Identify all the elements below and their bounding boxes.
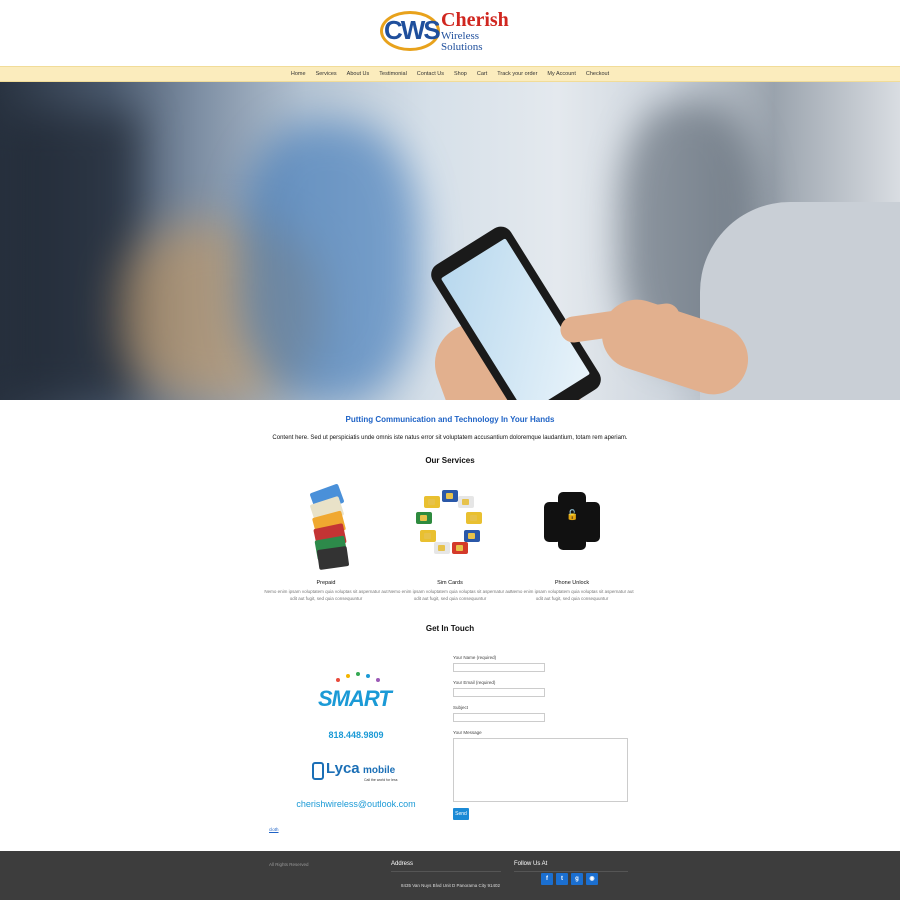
contact-heading: Get In Touch [425, 624, 475, 633]
small-link[interactable]: cloth [269, 827, 279, 832]
site-logo[interactable]: CWS Cherish Wireless Solutions [380, 9, 522, 53]
header: CWS Cherish Wireless Solutions [0, 0, 900, 66]
email-field[interactable] [453, 688, 545, 697]
service-description: Nemo enim ipsam voluptatem quia voluptas… [388, 589, 512, 601]
nav-about-us[interactable]: About Us [342, 71, 375, 77]
hero-image [0, 82, 900, 400]
subject-field[interactable] [453, 713, 545, 722]
email-label: Your Email (required) [453, 680, 496, 685]
facebook-icon[interactable]: f [541, 873, 553, 885]
twitter-icon[interactable]: t [556, 873, 568, 885]
footer: All Rights Reserved Address 8435 Van Nuy… [0, 851, 900, 900]
intro-text: Content here. Sed ut perspiciatis unde o… [272, 435, 628, 441]
nav-cart[interactable]: Cart [472, 71, 492, 77]
logo-name: Cherish [441, 8, 509, 31]
services-heading: Our Services [425, 456, 475, 465]
smart-logo: SMART [318, 672, 398, 716]
service-sim-cards[interactable]: Sim Cards Nemo enim ipsam voluptatem qui… [388, 484, 512, 603]
service-description: Nemo enim ipsam voluptatem quia voluptas… [510, 589, 634, 601]
tagline: Putting Communication and Technology In … [345, 415, 555, 424]
instagram-icon[interactable]: ◉ [586, 873, 598, 885]
logo-mark: CWS [380, 9, 441, 53]
service-description: Nemo enim ipsam voluptatem quia voluptas… [264, 589, 388, 601]
service-phone-unlock[interactable]: 🔓 Phone Unlock Nemo enim ipsam voluptate… [510, 484, 634, 603]
lycamobile-logo: Lyca mobile Call the world for less [312, 760, 404, 786]
lock-icon: 🔓 [566, 510, 579, 521]
name-field[interactable] [453, 663, 545, 672]
service-name: Sim Cards [437, 580, 463, 586]
follow-heading: Follow Us At [514, 861, 548, 867]
message-label: Your Message [453, 730, 482, 735]
phone-unlock-image: 🔓 [534, 484, 610, 568]
nav-contact-us[interactable]: Contact Us [412, 71, 449, 77]
logo-subtitle: Wireless Solutions [441, 29, 483, 53]
contact-form: Your Name (required) Your Email (require… [453, 655, 629, 802]
nav-my-account[interactable]: My Account [542, 71, 580, 77]
nav-track-order[interactable]: Track your order [492, 71, 542, 77]
service-name: Prepaid [316, 580, 336, 586]
email-link[interactable]: cherishwireless@outlook.com [296, 799, 416, 809]
name-label: Your Name (required) [453, 655, 497, 660]
main-nav: Home Services About Us Testimonial Conta… [0, 66, 900, 82]
subject-label: Subject [453, 705, 469, 710]
page: CWS Cherish Wireless Solutions Home Serv… [0, 0, 900, 900]
address-text: 8435 Van Nuys Blvd Unit D Panorama City … [401, 883, 500, 888]
social-links: f t g ◉ [541, 873, 598, 885]
google-plus-icon[interactable]: g [571, 873, 583, 885]
prepaid-cards-image [288, 483, 364, 570]
address-heading: Address [391, 861, 414, 867]
footer-rights: All Rights Reserved [269, 862, 309, 867]
nav-checkout[interactable]: Checkout [581, 71, 614, 77]
phone-number[interactable]: 818.448.9809 [306, 730, 406, 740]
nav-testimonial[interactable]: Testimonial [374, 71, 412, 77]
service-prepaid[interactable]: Prepaid Nemo enim ipsam voluptatem quia … [264, 483, 388, 603]
logo-text: Cherish Wireless Solutions [441, 10, 522, 53]
nav-shop[interactable]: Shop [449, 71, 472, 77]
message-field[interactable] [453, 738, 628, 802]
nav-services[interactable]: Services [311, 71, 342, 77]
nav-home[interactable]: Home [286, 71, 311, 77]
sim-cards-image [412, 484, 488, 568]
service-name: Phone Unlock [554, 580, 590, 586]
send-button[interactable]: Send [453, 808, 469, 820]
